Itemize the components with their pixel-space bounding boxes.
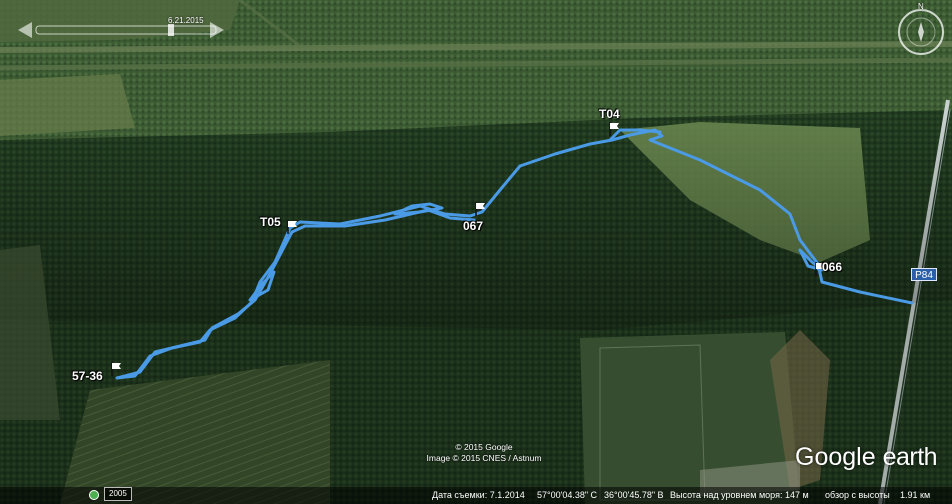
eye-altitude-value: 1.91 км: [900, 490, 931, 500]
road-shield-p84: P84: [911, 268, 937, 281]
google-earth-logo: Google earth: [795, 443, 938, 472]
waypoint-t04[interactable]: T04: [599, 107, 620, 121]
imagery-year[interactable]: 2005: [104, 487, 132, 501]
latitude: 57°00'04.38" С: [537, 490, 598, 500]
satellite-map[interactable]: [0, 0, 952, 504]
imagery-date: Дата съемки: 7.1.2014: [432, 490, 525, 500]
time-slider-date: 6.21.2015: [168, 16, 204, 25]
waypoint-067[interactable]: 067: [463, 219, 483, 233]
copyright-imagery: Image © 2015 CNES / Astnum: [426, 453, 542, 463]
waypoint-flag-icon[interactable]: [287, 220, 299, 234]
waypoint-flag-icon[interactable]: [111, 362, 123, 376]
longitude: 36°00'45.78" В: [604, 490, 664, 500]
eye-altitude-label: обзор с высоты: [825, 490, 890, 500]
elevation: Высота над уровнем моря: 147 м: [670, 490, 809, 500]
waypoint-flag-icon[interactable]: [475, 202, 487, 216]
compass-north-label: N: [918, 2, 924, 11]
logo-word-earth: earth: [882, 443, 938, 471]
waypoint-flag-icon[interactable]: [609, 122, 621, 136]
historical-imagery-icon[interactable]: [89, 490, 99, 500]
waypoint-t05[interactable]: T05: [260, 215, 281, 229]
copyright-google: © 2015 Google: [455, 442, 513, 452]
waypoint-57-36[interactable]: 57-36: [72, 369, 103, 383]
status-bar: 2005 Дата съемки: 7.1.2014 57°00'04.38" …: [0, 487, 952, 504]
waypoint-066[interactable]: 066: [822, 260, 842, 274]
logo-word-google: Google: [795, 443, 876, 471]
